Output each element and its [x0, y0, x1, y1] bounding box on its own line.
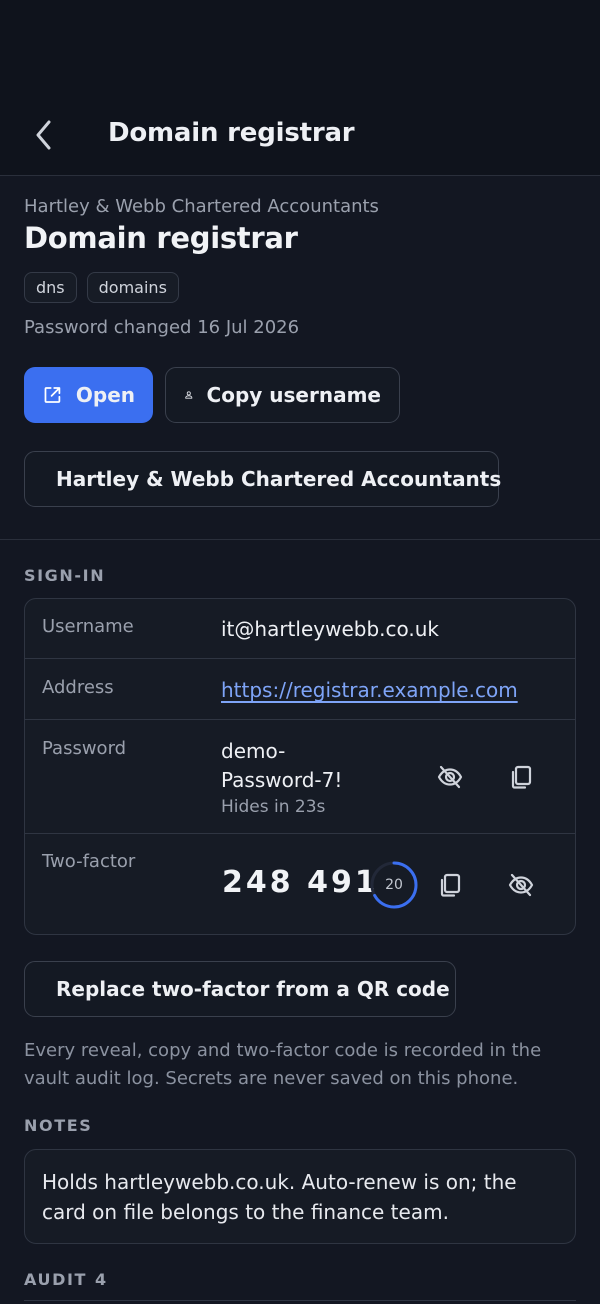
replace-twofactor-qr-label: Replace two-factor from a QR code — [56, 977, 450, 1001]
row-divider — [25, 719, 575, 720]
copy-username-label: Copy username — [206, 383, 381, 407]
password-line-2: Password-7! — [221, 768, 343, 792]
back-button[interactable] — [24, 112, 64, 158]
copy-password-button[interactable] — [501, 757, 541, 797]
row-divider — [25, 658, 575, 659]
audit-section-label: AUDIT 4 — [24, 1270, 106, 1289]
password-label: Password — [42, 738, 127, 759]
open-button[interactable]: Open — [24, 367, 153, 423]
password-changed-date: Password changed 16 Jul 2026 — [24, 317, 300, 338]
address-link[interactable]: https://registrar.example.com — [221, 678, 518, 702]
twofactor-code[interactable]: 248 491 — [222, 865, 379, 900]
copy-icon — [511, 765, 532, 789]
copy-twofactor-button[interactable] — [430, 865, 470, 905]
password-line-1: demo- — [221, 739, 286, 763]
page-title: Domain registrar — [24, 221, 298, 255]
app-bar: Domain registrar — [0, 0, 600, 176]
copy-username-button[interactable]: Copy username — [165, 367, 400, 423]
audit-list-edge — [24, 1300, 576, 1304]
password-value[interactable]: demo- Password-7! — [221, 737, 342, 795]
app-bar-title: Domain registrar — [108, 118, 355, 148]
external-link-icon — [44, 387, 61, 403]
notes-text: Holds hartleywebb.co.uk. Auto-renew is o… — [24, 1149, 576, 1244]
username-value[interactable]: it@hartleywebb.co.uk — [221, 617, 439, 641]
tag-list: dns domains — [24, 272, 179, 303]
twofactor-seconds: 20 — [385, 877, 403, 893]
signin-card: Username it@hartleywebb.co.uk Address ht… — [24, 598, 576, 935]
organization-button[interactable]: Hartley & Webb Chartered Accountants — [24, 451, 502, 507]
hide-password-button[interactable] — [430, 757, 470, 797]
open-button-label: Open — [75, 383, 135, 407]
tag-domains[interactable]: domains — [86, 272, 179, 303]
row-divider — [25, 833, 575, 834]
organization-button-label: Hartley & Webb Chartered Accountants — [56, 467, 502, 491]
signin-section-label: SIGN-IN — [24, 566, 106, 585]
chevron-left-icon — [36, 120, 51, 150]
username-label: Username — [42, 616, 134, 637]
section-divider — [0, 539, 600, 540]
hide-twofactor-button[interactable] — [501, 865, 541, 905]
notes-section-label: NOTES — [24, 1116, 93, 1135]
audit-count: 4 — [95, 1270, 107, 1289]
replace-twofactor-qr-button[interactable]: Replace two-factor from a QR code — [24, 961, 456, 1017]
eye-off-icon — [508, 873, 534, 897]
twofactor-label: Two-factor — [42, 851, 136, 872]
user-icon — [185, 391, 193, 399]
audit-label: AUDIT — [24, 1270, 88, 1289]
audit-disclaimer: Every reveal, copy and two-factor code i… — [24, 1040, 542, 1089]
address-label: Address — [42, 677, 114, 698]
copy-icon — [440, 873, 461, 897]
tag-dns[interactable]: dns — [24, 272, 77, 303]
organization-name: Hartley & Webb Chartered Accountants — [24, 196, 379, 217]
eye-off-icon — [437, 765, 463, 789]
password-hide-timer: Hides in 23s — [221, 797, 326, 817]
